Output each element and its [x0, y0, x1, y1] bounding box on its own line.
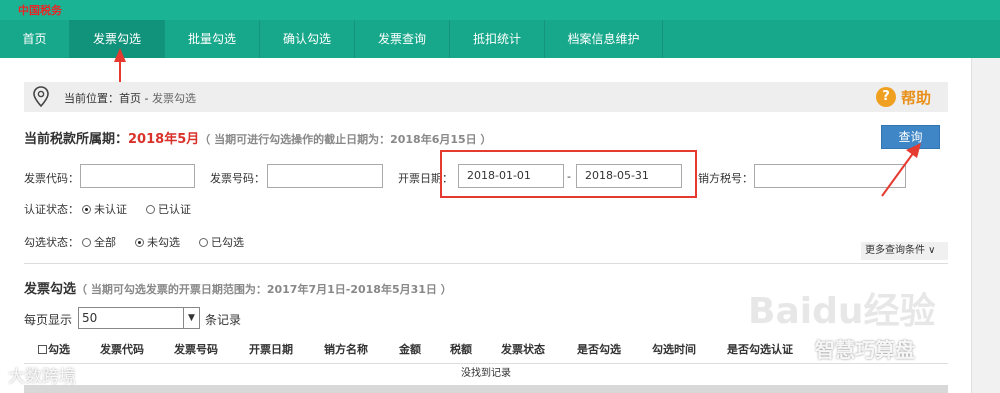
divider — [24, 263, 948, 264]
auth-radio-unverified[interactable]: 未认证 — [82, 201, 127, 217]
per-page-select[interactable]: 50 ▼ — [78, 307, 200, 329]
chevron-down-icon: ▼ — [183, 308, 199, 328]
logo: 中国税务 — [18, 4, 62, 17]
auth-status-label: 认证状态： — [24, 203, 79, 216]
seller-tax-id-input[interactable] — [754, 164, 906, 188]
top-banner: 中国税务 — [0, 0, 1000, 20]
watermark-right: 智慧巧算盘 — [815, 338, 915, 362]
col-header: 销方名称 — [324, 343, 368, 356]
per-page-label: 每页显示 — [24, 313, 73, 327]
nav-item-archive-maintenance[interactable]: 档案信息维护 — [545, 20, 663, 58]
checkbox-icon — [38, 345, 47, 354]
select-status-label: 勾选状态： — [24, 236, 79, 249]
query-button[interactable]: 查询 — [881, 125, 940, 149]
date-range-highlight — [440, 150, 697, 198]
col-label: 勾选 — [48, 343, 70, 356]
nav-item-invoice-select[interactable]: 发票勾选 — [70, 20, 165, 58]
question-icon: ? — [876, 87, 896, 107]
col-header: 税额 — [450, 343, 472, 356]
breadcrumb-text: 当前位置：首页 - 发票勾选 — [64, 90, 196, 106]
seller-tax-id-label: 销方税号： — [698, 172, 753, 185]
col-header: 是否勾选认证 — [727, 343, 793, 356]
nav-item-home[interactable]: 首页 — [0, 20, 70, 58]
check-radio-unselected[interactable]: 未勾选 — [135, 234, 180, 250]
tax-period-note: （ 当期可进行勾选操作的截止日期为：2018年6月15日 ） — [199, 133, 492, 146]
col-header: 是否勾选 — [577, 343, 621, 356]
radio-dot — [135, 238, 144, 247]
col-select-all[interactable]: 勾选 — [38, 341, 70, 357]
baidu-watermark: Baidu经验 — [748, 291, 936, 332]
breadcrumb-current: 发票勾选 — [151, 92, 196, 105]
auth-option-label: 已认证 — [158, 203, 191, 216]
check-radio-selected[interactable]: 已勾选 — [199, 234, 244, 250]
col-header: 发票状态 — [501, 343, 545, 356]
section-title-text: 发票勾选 — [24, 282, 77, 297]
check-option-label: 全部 — [94, 236, 116, 249]
tax-period-label: 当前税款所属期： — [24, 132, 129, 147]
per-page-suffix: 条记录 — [205, 313, 242, 327]
check-radio-all[interactable]: 全部 — [82, 234, 116, 250]
radio-dot — [199, 238, 208, 247]
radio-dot — [82, 238, 91, 247]
col-header: 发票代码 — [100, 343, 144, 356]
invoice-number-input[interactable] — [267, 164, 383, 188]
col-header: 发票号码 — [174, 343, 218, 356]
nav-item-invoice-query[interactable]: 发票查询 — [355, 20, 450, 58]
vertical-scrollbar[interactable] — [971, 58, 1000, 393]
watermark-left: 大数跨境 — [8, 367, 76, 387]
table-header: 勾选 发票代码 发票号码 开票日期 销方名称 金额 税额 发票状态 是否勾选 勾… — [24, 338, 948, 360]
col-header: 开票日期 — [249, 343, 293, 356]
radio-dot — [146, 205, 155, 214]
radio-dot — [82, 205, 91, 214]
per-page-value: 50 — [82, 311, 98, 325]
tax-period-month: 2018年5月 — [128, 132, 200, 147]
breadcrumb-prefix: 当前位置：首页 - — [64, 92, 152, 105]
tax-period: 当前税款所属期：2018年5月（ 当期可进行勾选操作的截止日期为：2018年6月… — [24, 128, 491, 147]
auth-radio-verified[interactable]: 已认证 — [146, 201, 191, 217]
nav-item-batch-select[interactable]: 批量勾选 — [165, 20, 260, 58]
invoice-code-label: 发票代码： — [24, 172, 79, 185]
col-header: 勾选时间 — [652, 343, 696, 356]
invoice-number-label: 发票号码： — [210, 172, 265, 185]
section-note: （ 当期可勾选发票的开票日期范围为：2017年7月1日-2018年5月31日 ） — [76, 283, 452, 296]
auth-option-label: 未认证 — [94, 203, 127, 216]
check-option-label: 未勾选 — [147, 236, 180, 249]
col-header: 金额 — [399, 343, 421, 356]
nav-item-deduction-stats[interactable]: 抵扣统计 — [450, 20, 545, 58]
help-label: 帮助 — [901, 89, 932, 107]
invoice-code-input[interactable] — [80, 164, 195, 188]
location-pin-icon — [33, 86, 49, 108]
horizontal-scrollbar[interactable] — [24, 385, 948, 393]
breadcrumb: 当前位置：首页 - 发票勾选 ? 帮助 — [24, 82, 948, 112]
empty-state: 没找到记录 — [24, 363, 948, 383]
check-option-label: 已勾选 — [211, 236, 244, 249]
main-nav: 首页 发票勾选 批量勾选 确认勾选 发票查询 抵扣统计 档案信息维护 — [0, 20, 1000, 58]
more-conditions-toggle[interactable]: 更多查询条件 ∨ — [861, 242, 948, 260]
section-title: 发票勾选（ 当期可勾选发票的开票日期范围为：2017年7月1日-2018年5月3… — [24, 278, 452, 297]
nav-item-confirm-select[interactable]: 确认勾选 — [260, 20, 355, 58]
